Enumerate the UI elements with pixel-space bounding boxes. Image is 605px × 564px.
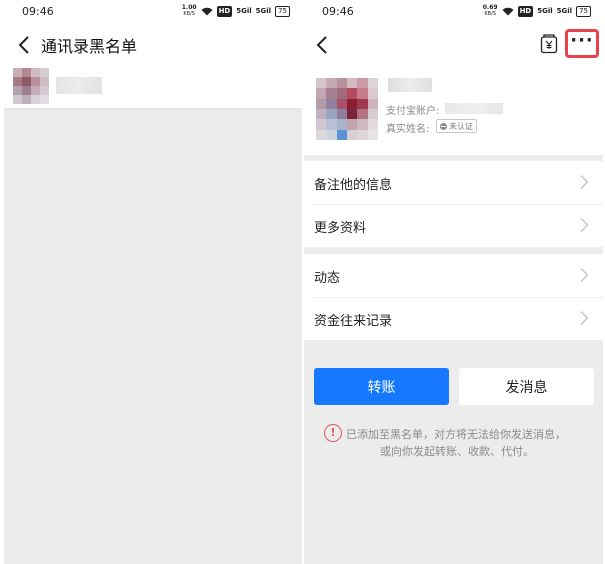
menu-item-label: 动态 bbox=[314, 271, 341, 286]
empty-area bbox=[4, 109, 302, 564]
notice-text-line1: 已添加至黑名单，对方将无法给你发送消息， bbox=[346, 428, 566, 441]
transfer-button[interactable]: 转账 bbox=[314, 368, 449, 405]
chevron-right-icon bbox=[580, 175, 589, 189]
menu-item-label: 更多资料 bbox=[314, 221, 367, 236]
status-time: 09:46 bbox=[22, 5, 54, 18]
menu-item-remark[interactable]: 备注他的信息 bbox=[304, 161, 603, 205]
unverified-badge: 未认证 bbox=[436, 119, 477, 133]
contact-name-blurred bbox=[56, 77, 102, 94]
bill-icon[interactable] bbox=[540, 34, 558, 54]
menu-item-more-info[interactable]: 更多资料 bbox=[304, 204, 603, 247]
hd-icon: HD bbox=[517, 5, 534, 17]
page-title: 通讯录黑名单 bbox=[41, 37, 138, 56]
signal-icon: 5Gil bbox=[255, 7, 272, 15]
more-dots-icon: ··· bbox=[570, 29, 594, 51]
blacklist-screen: 09:46 1.00 KB/S HD 5Gil 5Gil 75 通讯录黑名单 bbox=[4, 0, 302, 564]
nav-header: ··· bbox=[304, 22, 603, 68]
menu-item-transactions[interactable]: 资金往来记录 bbox=[304, 297, 603, 340]
notice-text-line2: 或向你发起转账、收款、代付。 bbox=[380, 445, 534, 458]
avatar bbox=[316, 78, 378, 140]
contact-name-blurred bbox=[388, 78, 432, 92]
signal-icon: 5Gil bbox=[556, 7, 573, 15]
chevron-right-icon bbox=[580, 218, 589, 232]
battery-icon: 75 bbox=[576, 5, 591, 17]
back-arrow-icon[interactable] bbox=[12, 30, 36, 60]
avatar bbox=[13, 68, 49, 104]
hd-icon: HD bbox=[216, 5, 233, 17]
status-bar: 09:46 0.69 KB/S HD 5Gil 5Gil 75 bbox=[304, 0, 603, 22]
real-name-label: 真实姓名: bbox=[386, 124, 430, 135]
blacklist-contact-row[interactable] bbox=[4, 68, 302, 108]
signal-icon: 5Gil bbox=[236, 7, 252, 15]
warning-icon: ! bbox=[324, 424, 342, 442]
profile-header-card: 09:46 0.69 KB/S HD 5Gil 5Gil 75 ··· 支付宝账… bbox=[304, 0, 603, 155]
status-bar: 09:46 1.00 KB/S HD 5Gil 5Gil 75 bbox=[4, 0, 302, 22]
back-arrow-icon[interactable] bbox=[310, 30, 334, 60]
menu-item-moments[interactable]: 动态 bbox=[304, 254, 603, 298]
menu-item-label: 备注他的信息 bbox=[314, 178, 393, 193]
contact-profile-screen: 09:46 0.69 KB/S HD 5Gil 5Gil 75 ··· 支付宝账… bbox=[304, 0, 603, 564]
network-speed: 0.69 KB/S bbox=[482, 4, 498, 18]
menu-group: 动态 资金往来记录 bbox=[304, 254, 603, 340]
menu-group: 备注他的信息 更多资料 bbox=[304, 161, 603, 247]
wifi-icon bbox=[201, 7, 213, 15]
network-speed: 1.00 KB/S bbox=[181, 4, 197, 18]
signal-icon: 5Gil bbox=[537, 7, 553, 15]
send-message-button[interactable]: 发消息 bbox=[459, 368, 594, 405]
wifi-icon bbox=[502, 7, 514, 15]
chevron-right-icon bbox=[580, 268, 589, 282]
account-label: 支付宝账户: bbox=[386, 106, 440, 117]
battery-icon: 75 bbox=[275, 5, 290, 17]
nav-header: 通讯录黑名单 bbox=[4, 22, 302, 68]
account-value-blurred bbox=[445, 103, 503, 114]
status-time: 09:46 bbox=[322, 5, 354, 18]
badge-label: 未认证 bbox=[449, 121, 473, 131]
menu-item-label: 资金往来记录 bbox=[314, 314, 393, 329]
minus-circle-icon bbox=[440, 122, 447, 130]
more-options-button[interactable]: ··· bbox=[565, 29, 599, 58]
chevron-right-icon bbox=[580, 311, 589, 325]
